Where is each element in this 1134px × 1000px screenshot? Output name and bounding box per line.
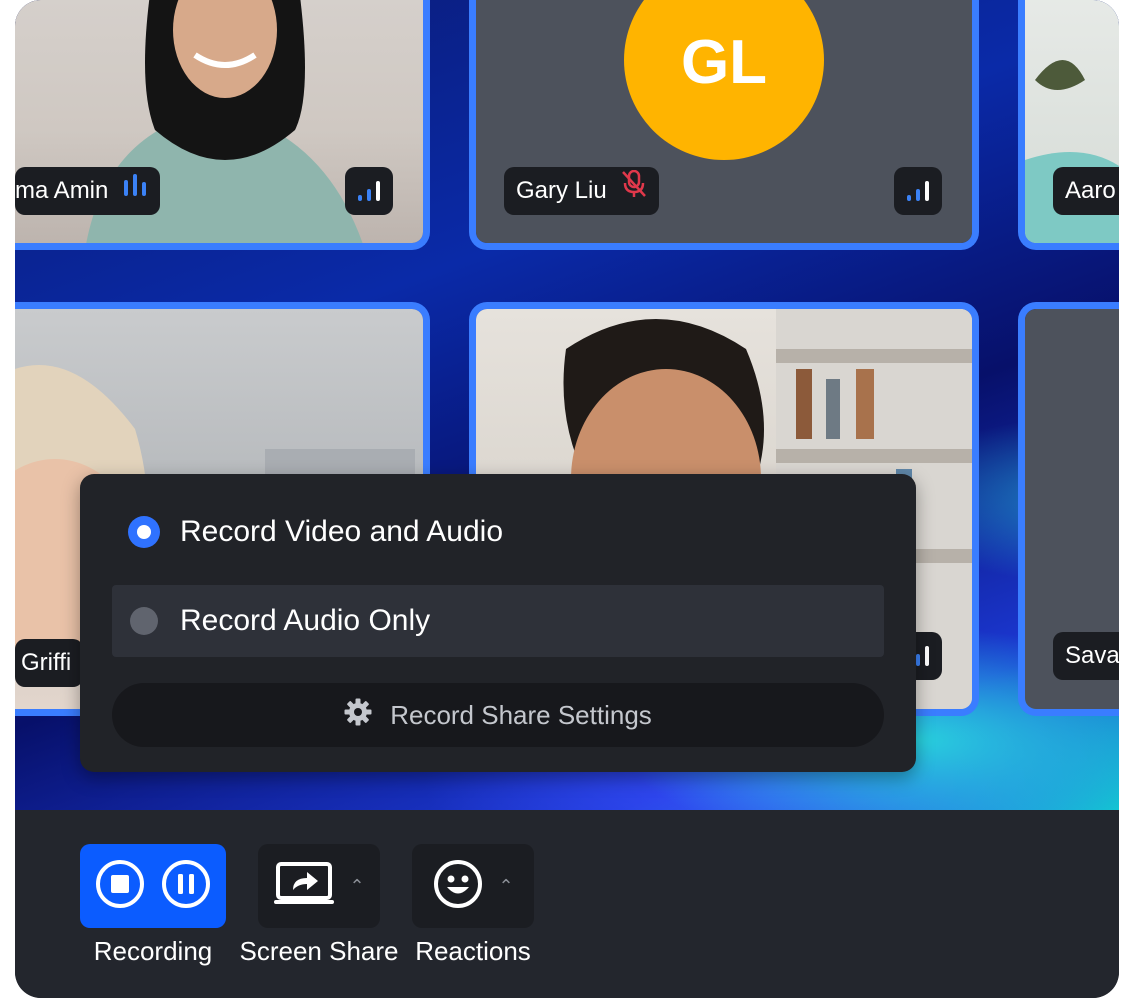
signal-icon <box>345 167 393 215</box>
record-share-settings-button[interactable]: Record Share Settings <box>112 683 884 747</box>
screen-share-icon <box>273 861 335 912</box>
chevron-up-icon[interactable]: ⌃ <box>349 876 364 897</box>
participant-name: Gary Liu <box>516 177 607 204</box>
participant-video-3 <box>1025 60 1119 243</box>
option-label: Record Video and Audio <box>180 515 504 548</box>
participant-nametag-6: Sava <box>1053 632 1119 680</box>
chevron-up-icon[interactable]: ⌃ <box>498 876 513 897</box>
record-options-menu: Record Video and Audio Record Audio Only <box>80 474 916 772</box>
participant-name: Aaro <box>1065 177 1116 204</box>
radio-unselected-icon[interactable] <box>130 607 158 635</box>
stop-icon[interactable] <box>94 858 146 915</box>
record-audio-only-option[interactable]: Record Audio Only <box>112 585 884 657</box>
screen-share-button[interactable]: ⌃ <box>258 844 380 928</box>
participant-name: Griffi <box>21 649 72 676</box>
option-label: Record Audio Only <box>180 604 431 637</box>
participant-nametag-2: Gary Liu <box>504 167 659 215</box>
participant-tile-6[interactable]: Sava <box>1018 302 1119 716</box>
pause-icon[interactable] <box>160 858 212 915</box>
participant-name: ma Amin <box>15 177 109 204</box>
recording-button[interactable] <box>80 844 226 928</box>
participant-tile-2[interactable]: GL Gary Liu <box>469 0 979 250</box>
participant-nametag-1: ma Amin <box>15 167 161 215</box>
smile-icon <box>432 858 484 915</box>
participant-tile-1[interactable]: ma Amin <box>15 0 430 250</box>
participant-tile-3[interactable]: Aaro <box>1018 0 1119 250</box>
reactions-label: Reactions <box>415 936 531 966</box>
screen-share-label: Screen Share <box>239 936 399 966</box>
share-settings-label: Record Share Settings <box>390 699 652 730</box>
participant-nametag-3: Aaro <box>1053 167 1119 215</box>
reactions-button[interactable]: ⌃ <box>412 844 534 928</box>
gear-icon <box>344 698 372 733</box>
meeting-toolbar: Recording ⌃ Screen Share ⌃ Reactions <box>15 810 1119 998</box>
participant-name: Sava <box>1065 642 1119 669</box>
record-video-audio-option[interactable]: Record Video and Audio <box>112 496 884 568</box>
audio-level-icon <box>122 167 148 215</box>
radio-selected-icon[interactable] <box>128 516 160 548</box>
recording-label: Recording <box>93 936 213 966</box>
participant-nametag-4: Griffi <box>15 639 84 687</box>
mic-muted-icon <box>621 167 647 215</box>
signal-icon <box>894 167 942 215</box>
